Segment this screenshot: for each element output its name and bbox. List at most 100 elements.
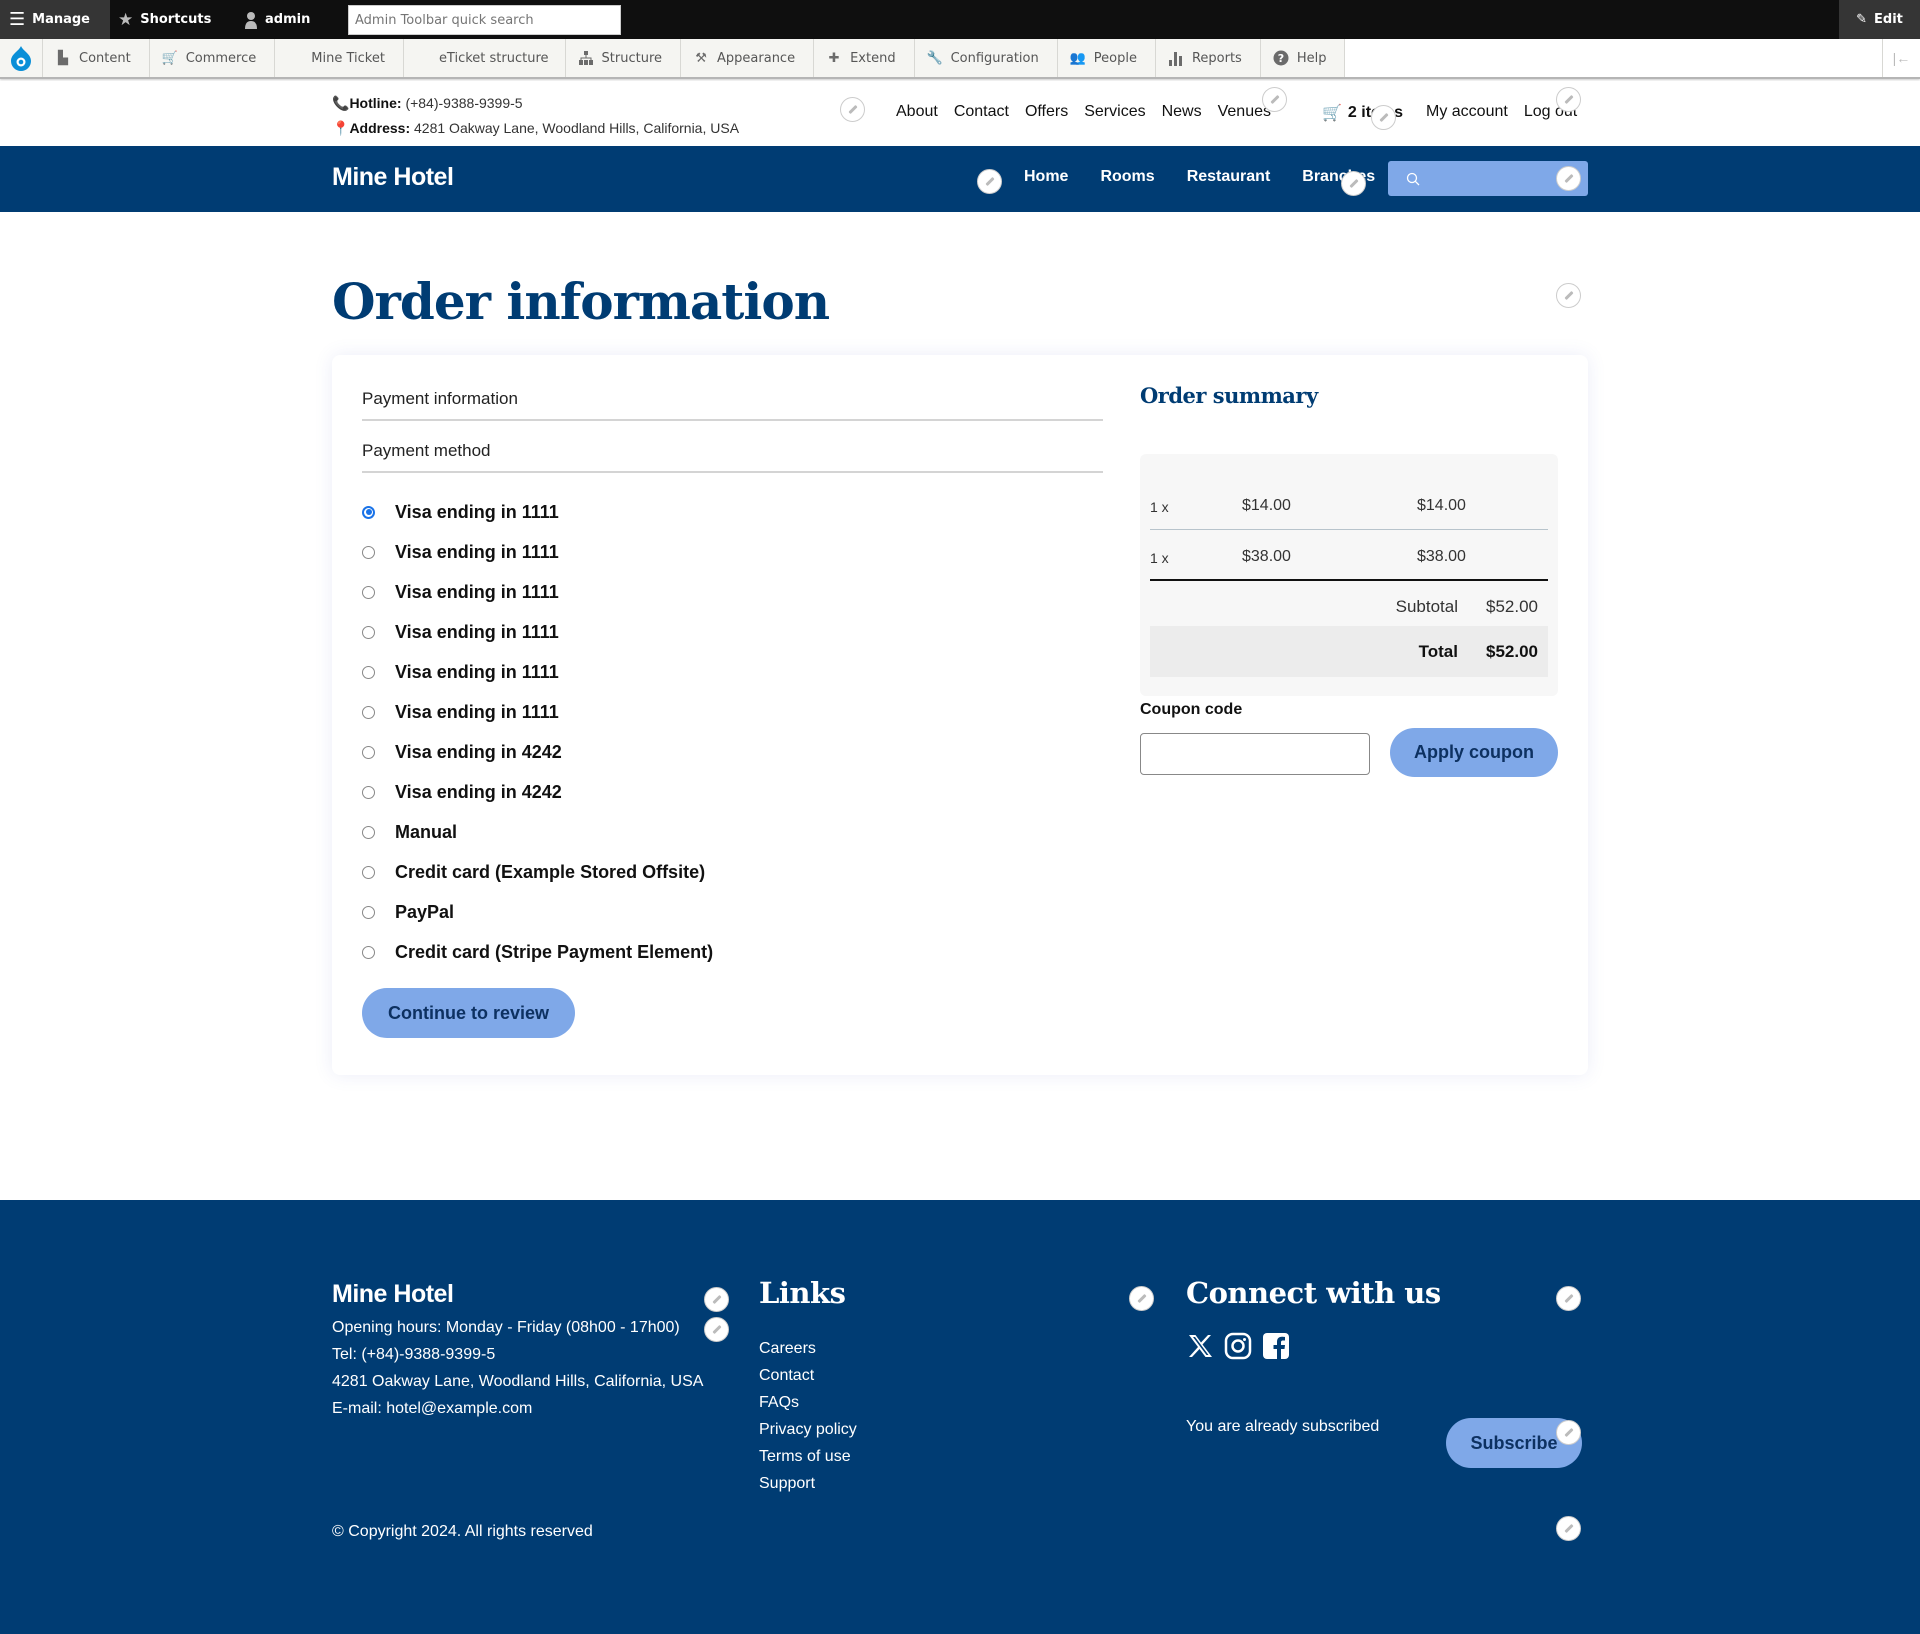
hotline-number[interactable]: (+84)-9388-9399-5 [405, 95, 522, 111]
page-title: Order information [332, 272, 830, 331]
menu-item-eticket-structure[interactable]: eTicket structure [404, 39, 566, 77]
payment-option[interactable]: Visa ending in 1111 [362, 652, 713, 692]
payment-option[interactable]: Visa ending in 1111 [362, 532, 713, 572]
radio-button[interactable] [362, 865, 375, 879]
menu-label: Structure [601, 50, 663, 66]
site-brand[interactable]: Mine Hotel [332, 163, 454, 192]
toolbar-collapse-button[interactable]: |← [1882, 39, 1920, 77]
apply-coupon-button[interactable]: Apply coupon [1390, 728, 1558, 777]
nav-link-about[interactable]: About [896, 103, 938, 121]
contextual-edit-icon[interactable] [1341, 171, 1366, 196]
footer-link-careers[interactable]: Careers [759, 1335, 857, 1362]
nav-link-services[interactable]: Services [1084, 103, 1145, 121]
search-icon [1406, 172, 1420, 185]
address-text: 4281 Oakway Lane, Woodland Hills, Califo… [414, 120, 740, 136]
nav-link-rooms[interactable]: Rooms [1100, 168, 1154, 186]
footer-link-support[interactable]: Support [759, 1470, 857, 1497]
radio-button[interactable] [362, 705, 375, 719]
contextual-edit-icon[interactable] [1371, 105, 1396, 130]
menu-label: eTicket structure [438, 50, 549, 66]
user-tab[interactable]: admin [244, 0, 310, 39]
sitemap-icon [578, 51, 593, 65]
radio-button[interactable] [362, 665, 375, 679]
coupon-code-input[interactable] [1140, 733, 1370, 775]
contextual-edit-icon[interactable] [1129, 1286, 1154, 1311]
radio-button[interactable] [362, 785, 375, 799]
radio-button[interactable] [362, 825, 375, 839]
facebook-icon[interactable] [1262, 1332, 1290, 1360]
my-account-link[interactable]: My account [1426, 103, 1508, 121]
radio-button[interactable] [362, 585, 375, 599]
contextual-edit-icon[interactable] [840, 97, 865, 122]
menu-item-configuration[interactable]: 🔧 Configuration [915, 39, 1058, 77]
payment-option-label: Visa ending in 1111 [395, 541, 559, 562]
nav-link-restaurant[interactable]: Restaurant [1187, 168, 1271, 186]
menu-item-commerce[interactable]: 🛒 Commerce [150, 39, 276, 77]
checkout-card: Payment information Payment method Visa … [332, 355, 1588, 1075]
menu-item-reports[interactable]: Reports [1156, 39, 1261, 77]
radio-button[interactable] [362, 905, 375, 919]
payment-option[interactable]: Manual [362, 812, 713, 852]
menu-item-structure[interactable]: Structure [566, 39, 682, 77]
nav-link-news[interactable]: News [1162, 103, 1202, 121]
nav-link-home[interactable]: Home [1024, 168, 1068, 186]
radio-button[interactable] [362, 625, 375, 639]
hotline-label: Hotline: [349, 95, 402, 111]
payment-option[interactable]: Visa ending in 1111 [362, 612, 713, 652]
contextual-edit-icon[interactable] [1556, 87, 1581, 112]
payment-option[interactable]: Visa ending in 1111 [362, 492, 713, 532]
links-heading: Links [759, 1276, 846, 1310]
admin-quick-search-input[interactable] [348, 5, 621, 35]
main-nav-bar: Mine Hotel Home Rooms Restaurant Branche… [0, 146, 1920, 212]
contextual-edit-icon[interactable] [1556, 1420, 1581, 1445]
contextual-edit-icon[interactable] [1556, 1286, 1581, 1311]
menu-item-appearance[interactable]: ⚒ Appearance [681, 39, 815, 77]
shortcuts-tab[interactable]: ★ Shortcuts [118, 0, 211, 39]
radio-button[interactable] [362, 945, 375, 959]
item-quantity: 1 x [1150, 499, 1169, 515]
contextual-edit-icon[interactable] [977, 169, 1002, 194]
menu-label: Configuration [950, 50, 1039, 66]
x-icon[interactable] [1186, 1332, 1214, 1360]
manage-tab[interactable]: ☰ Manage [0, 0, 110, 39]
edit-button[interactable]: ✎ Edit [1839, 0, 1920, 39]
contextual-edit-icon[interactable] [704, 1317, 729, 1342]
contextual-edit-icon[interactable] [1556, 166, 1581, 191]
nav-link-contact[interactable]: Contact [954, 103, 1009, 121]
drupal-logo-button[interactable] [0, 39, 43, 77]
menu-item-people[interactable]: 👥 People [1058, 39, 1156, 77]
menu-item-extend[interactable]: ✚ Extend [814, 39, 915, 77]
continue-to-review-button[interactable]: Continue to review [362, 988, 575, 1038]
instagram-icon[interactable] [1224, 1332, 1252, 1360]
contextual-edit-icon[interactable] [1556, 283, 1581, 308]
contextual-edit-icon[interactable] [704, 1287, 729, 1312]
menu-item-mine-ticket[interactable]: Mine Ticket [275, 39, 404, 77]
cart-icon: 🛒 [161, 50, 178, 66]
order-item-row: 1 x $38.00 $38.00 [1150, 530, 1548, 581]
menu-item-help[interactable]: ? Help [1261, 39, 1346, 77]
payment-option[interactable]: PayPal [362, 892, 713, 932]
footer-link-contact[interactable]: Contact [759, 1362, 857, 1389]
footer-link-privacy-policy[interactable]: Privacy policy [759, 1416, 857, 1443]
radio-button[interactable] [362, 545, 375, 559]
radio-button[interactable] [362, 745, 375, 759]
payment-option[interactable]: Visa ending in 4242 [362, 772, 713, 812]
order-summary-title: Order summary [1140, 383, 1318, 408]
contextual-edit-icon[interactable] [1262, 87, 1287, 112]
radio-button[interactable] [362, 505, 375, 519]
user-label: admin [265, 12, 311, 27]
payment-option[interactable]: Visa ending in 1111 [362, 572, 713, 612]
nav-link-offers[interactable]: Offers [1025, 103, 1068, 121]
footer-link-faqs[interactable]: FAQs [759, 1389, 857, 1416]
payment-option[interactable]: Credit card (Example Stored Offsite) [362, 852, 713, 892]
footer-link-terms-of-use[interactable]: Terms of use [759, 1443, 857, 1470]
payment-option[interactable]: Visa ending in 4242 [362, 732, 713, 772]
payment-option[interactable]: Visa ending in 1111 [362, 692, 713, 732]
contextual-edit-icon[interactable] [1556, 1516, 1581, 1541]
payment-option[interactable]: Credit card (Stripe Payment Element) [362, 932, 713, 972]
menu-item-content[interactable]: ▙ Content [43, 39, 150, 77]
help-icon: ? [1273, 50, 1289, 66]
payment-method-options: Visa ending in 1111 Visa ending in 1111 Vi… [362, 492, 713, 972]
payment-information-heading: Payment information [362, 389, 1103, 421]
payment-option-label: Credit card (Example Stored Offsite) [395, 861, 706, 882]
